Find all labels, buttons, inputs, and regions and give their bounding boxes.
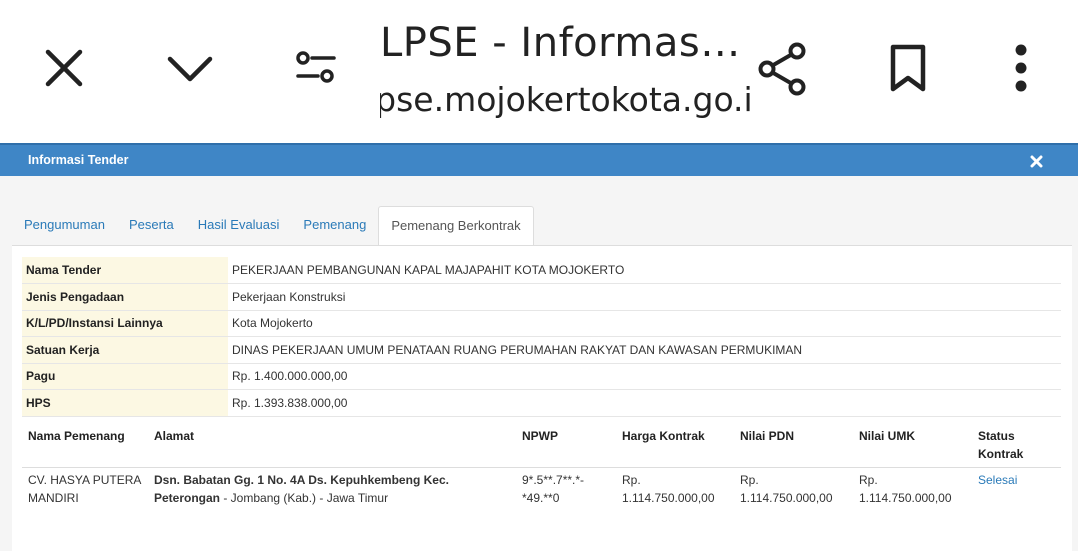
col-header-pdn: Nilai PDN bbox=[734, 421, 853, 468]
table-row: CV. HASYA PUTERA MANDIRI Dsn. Babatan Gg.… bbox=[22, 468, 1061, 511]
info-row: Nama Tender PEKERJAAN PEMBANGUNAN KAPAL … bbox=[22, 257, 1061, 284]
info-value: Kota Mojokerto bbox=[228, 310, 1061, 337]
url-display[interactable]: lpse.mojokertokota.go.id bbox=[380, 80, 750, 119]
info-value: PEKERJAAN PEMBANGUNAN KAPAL MAJAPAHIT KO… bbox=[228, 257, 1061, 284]
tab-bar: Pengumuman Peserta Hasil Evaluasi Pemena… bbox=[12, 206, 534, 246]
pdn-line2: 1.114.750.000,00 bbox=[740, 491, 833, 505]
col-header-alamat: Alamat bbox=[148, 421, 516, 468]
info-label: K/L/PD/Instansi Lainnya bbox=[22, 310, 228, 337]
tab-panel: Nama Tender PEKERJAAN PEMBANGUNAN KAPAL … bbox=[12, 245, 1072, 551]
col-header-status-line2: Kontrak bbox=[978, 447, 1024, 461]
npwp-line1: 9*.5**.7**.*- bbox=[522, 473, 585, 487]
page-title: LPSE - Informas… bbox=[380, 20, 740, 66]
cell-umk: Rp. 1.114.750.000,00 bbox=[853, 468, 972, 511]
col-header-status-line1: Status bbox=[978, 429, 1015, 443]
chevron-down-icon[interactable] bbox=[163, 44, 217, 92]
more-vertical-icon[interactable] bbox=[1004, 40, 1038, 96]
modal-header: Informasi Tender bbox=[0, 143, 1078, 176]
modal-title: Informasi Tender bbox=[28, 153, 129, 167]
tab-pemenang-berkontrak[interactable]: Pemenang Berkontrak bbox=[378, 206, 534, 246]
npwp-line2: *49.**0 bbox=[522, 491, 560, 505]
info-label: Jenis Pengadaan bbox=[22, 283, 228, 311]
tab-hasil-evaluasi[interactable]: Hasil Evaluasi bbox=[186, 206, 292, 246]
tab-peserta[interactable]: Peserta bbox=[117, 206, 186, 246]
info-value: Pekerjaan Konstruksi bbox=[228, 283, 1061, 311]
col-header-nama: Nama Pemenang bbox=[22, 421, 148, 468]
harga-line2: 1.114.750.000,00 bbox=[622, 491, 715, 505]
info-value: Rp. 1.400.000.000,00 bbox=[228, 363, 1061, 390]
info-label: Satuan Kerja bbox=[22, 336, 228, 364]
col-header-status: Status Kontrak bbox=[972, 421, 1061, 468]
winners-header-row: Nama Pemenang Alamat NPWP Harga Kontrak … bbox=[22, 421, 1061, 468]
cell-pdn: Rp. 1.114.750.000,00 bbox=[734, 468, 853, 511]
share-icon[interactable] bbox=[756, 40, 810, 98]
info-label: Pagu bbox=[22, 363, 228, 390]
col-header-npwp: NPWP bbox=[516, 421, 616, 468]
umk-line1: Rp. bbox=[859, 473, 878, 487]
page-settings-icon[interactable] bbox=[292, 46, 340, 90]
browser-toolbar: LPSE - Informas… lpse.mojokertokota.go.i… bbox=[0, 0, 1078, 143]
nama-line1: CV. HASYA PUTERA bbox=[28, 473, 142, 487]
cell-alamat: Dsn. Babatan Gg. 1 No. 4A Ds. Kepuhkembe… bbox=[148, 468, 516, 511]
winners-table: Nama Pemenang Alamat NPWP Harga Kontrak … bbox=[22, 421, 1061, 510]
modal-close-button[interactable] bbox=[1026, 151, 1046, 171]
pdn-line1: Rp. bbox=[740, 473, 759, 487]
info-row: K/L/PD/Instansi Lainnya Kota Mojokerto bbox=[22, 310, 1061, 337]
url-text: lpse.mojokertokota.go.id bbox=[380, 80, 750, 119]
cell-status: Selesai bbox=[972, 468, 1061, 511]
umk-line2: 1.114.750.000,00 bbox=[859, 491, 952, 505]
info-row: Jenis Pengadaan Pekerjaan Konstruksi bbox=[22, 283, 1061, 311]
info-value: DINAS PEKERJAAN UMUM PENATAAN RUANG PERU… bbox=[228, 336, 1061, 364]
nama-line2: MANDIRI bbox=[28, 491, 79, 505]
tab-pengumuman[interactable]: Pengumuman bbox=[12, 206, 117, 246]
info-row: Pagu Rp. 1.400.000.000,00 bbox=[22, 363, 1061, 390]
cell-harga: Rp. 1.114.750.000,00 bbox=[616, 468, 734, 511]
tender-info-table: Nama Tender PEKERJAAN PEMBANGUNAN KAPAL … bbox=[22, 257, 1061, 417]
cell-npwp: 9*.5**.7**.*- *49.**0 bbox=[516, 468, 616, 511]
info-row: Satuan Kerja DINAS PEKERJAAN UMUM PENATA… bbox=[22, 336, 1061, 364]
info-label: HPS bbox=[22, 389, 228, 417]
modal-body: Pengumuman Peserta Hasil Evaluasi Pemena… bbox=[0, 176, 1078, 551]
alamat-line2-rest: - Jombang (Kab.) - Jawa Timur bbox=[220, 491, 389, 505]
info-value: Rp. 1.393.838.000,00 bbox=[228, 389, 1061, 417]
col-header-umk: Nilai UMK bbox=[853, 421, 972, 468]
info-row: HPS Rp. 1.393.838.000,00 bbox=[22, 389, 1061, 417]
info-label: Nama Tender bbox=[22, 257, 228, 284]
bookmark-icon[interactable] bbox=[886, 42, 930, 94]
alamat-line1: Dsn. Babatan Gg. 1 No. 4A Ds. Kepuhkembe… bbox=[154, 473, 449, 487]
tab-pemenang[interactable]: Pemenang bbox=[291, 206, 378, 246]
close-icon[interactable] bbox=[40, 44, 88, 92]
harga-line1: Rp. bbox=[622, 473, 641, 487]
alamat-line2-bold: Peterongan bbox=[154, 491, 221, 505]
close-icon bbox=[1030, 155, 1042, 167]
col-header-harga: Harga Kontrak bbox=[616, 421, 734, 468]
cell-nama: CV. HASYA PUTERA MANDIRI bbox=[22, 468, 148, 511]
status-link[interactable]: Selesai bbox=[978, 473, 1017, 487]
